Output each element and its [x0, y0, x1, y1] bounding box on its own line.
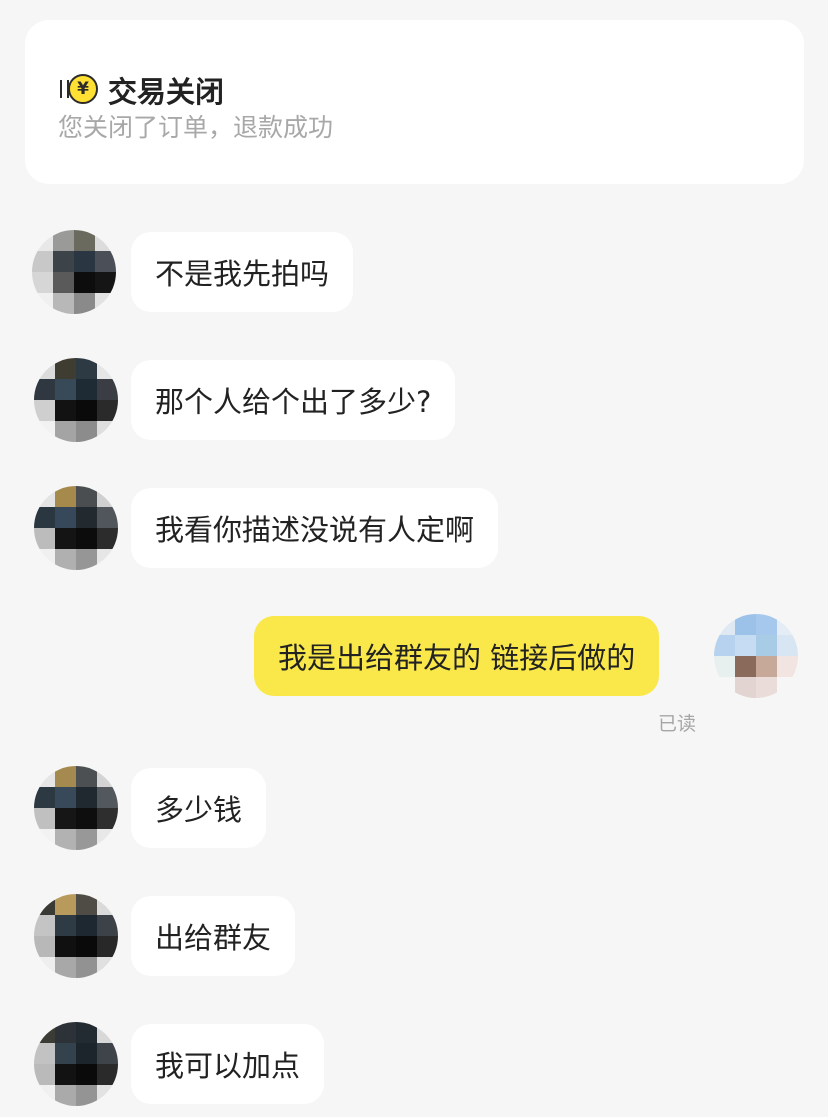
other-user-avatar[interactable]	[34, 1022, 118, 1106]
message-bubble[interactable]: 出给群友	[131, 896, 296, 976]
order-status-card[interactable]: ¥ 交易关闭 您关闭了订单，退款成功	[25, 20, 804, 184]
order-status-subtitle: 您关闭了订单，退款成功	[58, 113, 334, 142]
other-user-avatar[interactable]	[32, 230, 116, 314]
other-user-avatar[interactable]	[34, 358, 118, 442]
message-bubble[interactable]: 我可以加点	[131, 1024, 325, 1104]
own-message-bubble[interactable]: 我是出给群友的 链接后做的	[254, 616, 660, 696]
read-status-label: 已读	[658, 713, 697, 735]
order-status-header: ¥ 交易关闭	[58, 72, 225, 109]
own-user-avatar[interactable]	[714, 614, 798, 698]
message-bubble[interactable]: 多少钱	[131, 768, 267, 848]
message-bubble[interactable]: 不是我先拍吗	[131, 232, 354, 312]
message-bubble[interactable]: 那个人给个出了多少?	[131, 360, 456, 440]
other-user-avatar[interactable]	[34, 486, 118, 570]
other-user-avatar[interactable]	[34, 766, 118, 850]
yen-coin-icon: ¥	[58, 72, 98, 108]
message-bubble[interactable]: 我看你描述没说有人定啊	[131, 488, 499, 568]
order-status-title: 交易关闭	[108, 75, 225, 109]
other-user-avatar[interactable]	[34, 894, 118, 978]
